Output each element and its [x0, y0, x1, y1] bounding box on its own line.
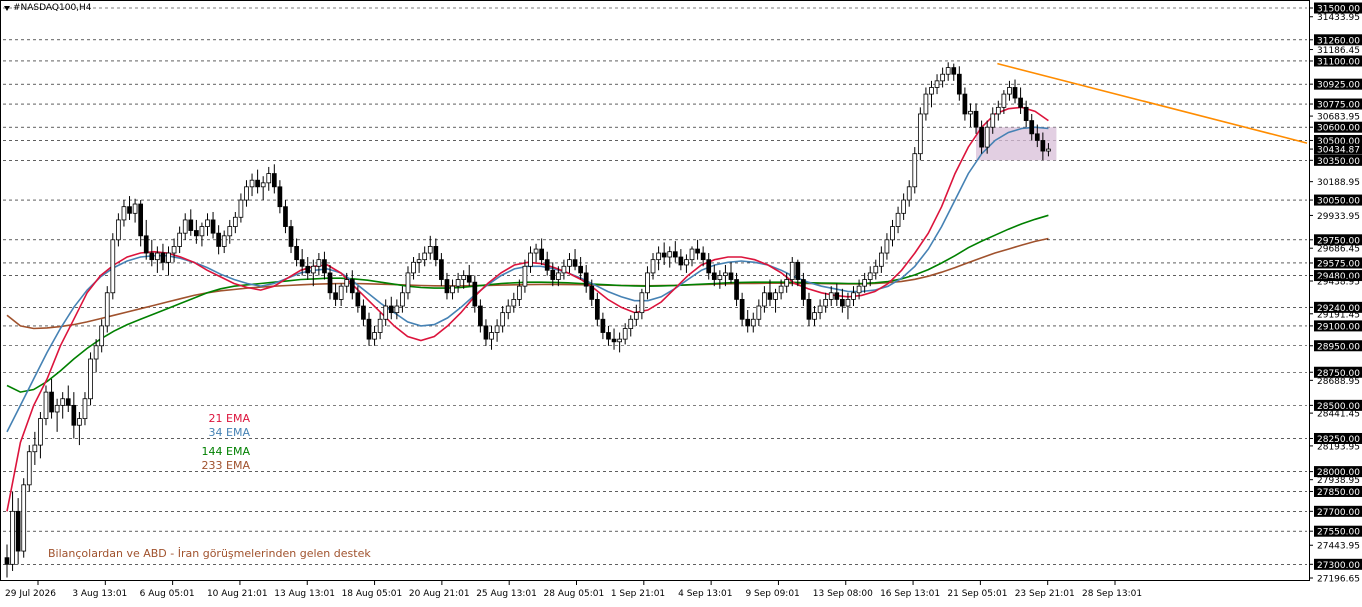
time-tick-label: 13 Sep 08:00 [813, 589, 873, 599]
price-tick: 30050.00 [1309, 194, 1362, 207]
price-tick-label: 28950.00 [1317, 342, 1360, 352]
price-tick: 30350.00 [1309, 154, 1362, 167]
time-tick-label: 16 Sep 13:01 [880, 589, 940, 599]
candle [21, 478, 27, 558]
time-tick-label: 9 Sep 09:01 [745, 589, 799, 599]
price-tick-label: 27443.95 [1317, 542, 1360, 552]
legend-233-ema: 233 EMA [202, 459, 251, 472]
legend-144-ema: 144 EMA [202, 445, 251, 458]
price-tick-label: 31100.00 [1317, 57, 1360, 67]
price-tick-label: 28441.45 [1317, 410, 1360, 420]
price-tick: 28950.00 [1309, 340, 1362, 352]
price-tick: 30925.00 [1309, 78, 1362, 91]
price-tick: 28688.95 [1309, 377, 1360, 387]
price-tick: 29191.45 [1309, 310, 1360, 320]
chevron-down-icon[interactable] [4, 5, 10, 11]
candle [88, 352, 93, 406]
price-tick-label: 31433.95 [1317, 13, 1360, 23]
price-tick-label: 30683.95 [1317, 113, 1360, 123]
price-tick-label: 30050.00 [1317, 197, 1360, 207]
price-tick-label: 29575.00 [1317, 259, 1360, 269]
price-tick: 31186.45 [1309, 46, 1360, 56]
price-tick-label: 29933.95 [1317, 212, 1360, 222]
price-tick: 30775.00 [1309, 98, 1362, 111]
price-tick-label: 30434.87 [1317, 146, 1360, 156]
time-tick-label: 25 Aug 13:01 [476, 589, 537, 599]
symbol-label: #NASDAQ100,H4 [13, 3, 92, 13]
price-chart[interactable]: 31500.0031433.9531260.0031186.4531100.00… [0, 0, 1362, 603]
price-tick: 27443.95 [1309, 542, 1360, 552]
price-tick-label: 30600.00 [1317, 124, 1360, 134]
time-tick-label: 3 Aug 13:01 [72, 589, 127, 599]
price-tick-label: 27938.95 [1317, 476, 1360, 486]
time-tick-label: 13 Aug 13:01 [274, 589, 335, 599]
price-tick-label: 27196.65 [1317, 575, 1360, 585]
time-tick-label: 18 Aug 05:01 [342, 589, 403, 599]
price-tick: 30683.95 [1309, 113, 1360, 123]
price-tick: 31260.00 [1309, 34, 1362, 46]
time-tick-label: 28 Aug 05:01 [544, 589, 605, 599]
price-tick: 29933.95 [1309, 212, 1360, 222]
price-tick: 31433.95 [1309, 13, 1360, 23]
price-tick-label: 29191.45 [1317, 310, 1360, 320]
price-tick-label: 31260.00 [1317, 36, 1360, 46]
time-tick-label: 1 Sep 21:01 [611, 589, 665, 599]
legend-21-ema: 21 EMA [209, 412, 251, 425]
price-tick: 30434.87 [1309, 143, 1362, 156]
time-tick-label: 23 Sep 21:01 [1015, 589, 1075, 599]
price-tick-label: 27850.00 [1317, 488, 1360, 498]
price-tick: 27850.00 [1309, 485, 1362, 498]
price-tick-label: 27550.00 [1317, 528, 1360, 538]
price-tick: 27550.00 [1309, 525, 1362, 538]
price-tick: 28441.45 [1309, 410, 1360, 420]
price-tick-label: 30925.00 [1317, 81, 1360, 91]
price-tick: 29438.95 [1309, 277, 1360, 287]
price-tick-label: 31186.45 [1317, 46, 1360, 56]
price-tick: 29575.00 [1309, 257, 1362, 269]
legend-34-ema: 34 EMA [209, 426, 251, 439]
price-tick: 28193.95 [1309, 442, 1360, 452]
price-tick: 31100.00 [1309, 55, 1362, 67]
price-tick: 29100.00 [1309, 320, 1362, 332]
price-tick-label: 29100.00 [1317, 322, 1360, 332]
chart-title[interactable]: #NASDAQ100,H4 [4, 3, 92, 13]
price-tick-label: 29438.95 [1317, 277, 1360, 287]
time-tick-label: 28 Sep 13:01 [1082, 589, 1142, 599]
time-tick-label: 10 Aug 21:01 [207, 589, 268, 599]
price-tick-label: 27700.00 [1317, 508, 1360, 518]
price-tick: 30188.95 [1309, 178, 1360, 188]
price-tick-label: 29686.45 [1317, 245, 1360, 255]
price-tick-label: 28193.95 [1317, 442, 1360, 452]
price-tick: 27938.95 [1309, 476, 1360, 486]
candle [104, 286, 110, 333]
price-tick-label: 30350.00 [1317, 157, 1360, 167]
price-tick: 27300.00 [1309, 558, 1362, 571]
candle [110, 233, 116, 300]
annotation-text: Bilançolardan ve ABD - İran görüşmelerin… [48, 547, 371, 560]
price-tick: 27700.00 [1309, 505, 1362, 518]
time-tick-label: 4 Sep 13:01 [678, 589, 732, 599]
time-tick-label: 6 Aug 05:01 [140, 589, 195, 599]
candle [917, 107, 923, 161]
price-tick-label: 30188.95 [1317, 178, 1360, 188]
chart-window: 31500.00 31433.95 31260.00 31186.45 31100.00… [0, 0, 1362, 603]
time-tick-label: 21 Sep 05:01 [947, 589, 1007, 599]
price-tick-label: 27300.00 [1317, 561, 1360, 571]
price-tick: 29686.45 [1309, 245, 1360, 255]
candle [26, 445, 32, 492]
price-tick: 30600.00 [1309, 121, 1362, 134]
time-tick-label: 29 Jul 2026 [5, 589, 56, 599]
candle [912, 147, 918, 194]
time-tick-label: 20 Aug 21:01 [409, 589, 470, 599]
price-tick: 27196.65 [1309, 575, 1360, 585]
price-tick-label: 28688.95 [1317, 377, 1360, 387]
price-tick-label: 30775.00 [1317, 101, 1360, 111]
